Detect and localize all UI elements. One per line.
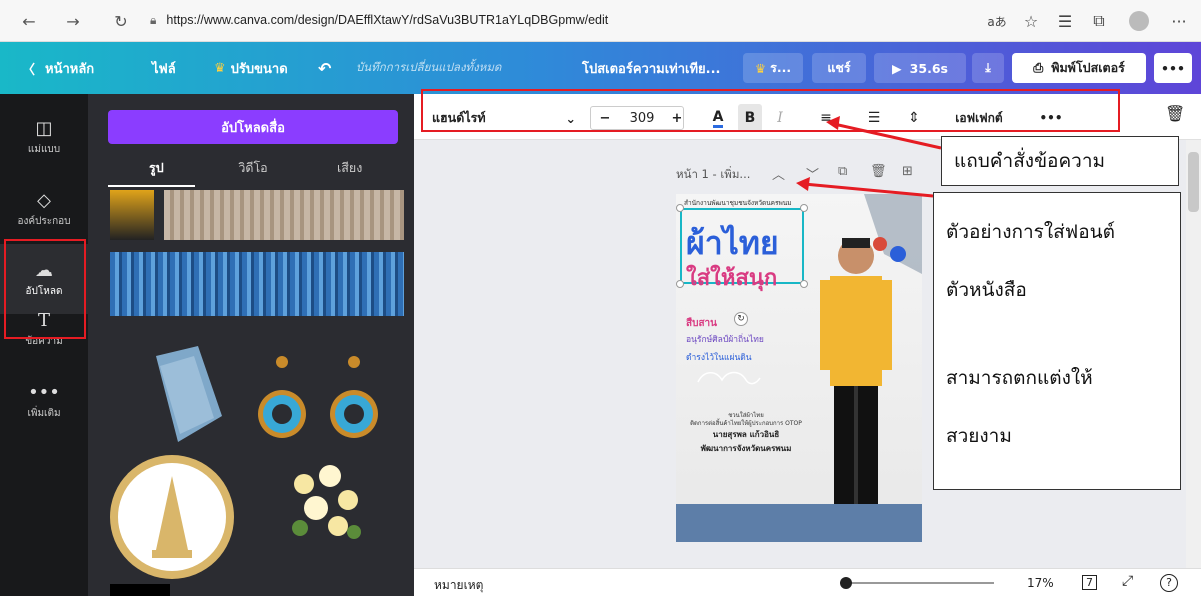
scrollbar-thumb[interactable]: [1188, 152, 1199, 212]
callout-line: [946, 333, 1168, 355]
zoom-slider[interactable]: [844, 582, 994, 584]
callout-line: สวยงาม: [946, 425, 1012, 447]
notes-button[interactable]: หมายเหตุ: [434, 576, 483, 595]
callout-textbar: แถบคำสั่งข้อความ: [941, 136, 1179, 186]
bottom-bar: หมายเหตุ 17% 7 ⤢ ?: [414, 568, 1201, 596]
callout-font-example: ตัวอย่างการใส่ฟอนต์ ตัวหนังสือ สามารถตกแ…: [933, 192, 1181, 490]
callout-line: สามารถตกแต่งให้: [946, 367, 1093, 389]
help-icon[interactable]: ?: [1160, 574, 1178, 592]
callout-line: ตัวหนังสือ: [946, 279, 1027, 301]
zoom-knob[interactable]: [840, 577, 852, 589]
zoom-value[interactable]: 17%: [1027, 576, 1054, 590]
callout-line: ตัวอย่างการใส่ฟอนต์: [946, 221, 1115, 243]
page-count-icon[interactable]: 7: [1082, 575, 1097, 590]
screenshot-root: ← → ↻ 🔒︎ https://www.canva.com/design/DA…: [0, 0, 1201, 596]
fullscreen-icon[interactable]: ⤢: [1122, 573, 1133, 589]
